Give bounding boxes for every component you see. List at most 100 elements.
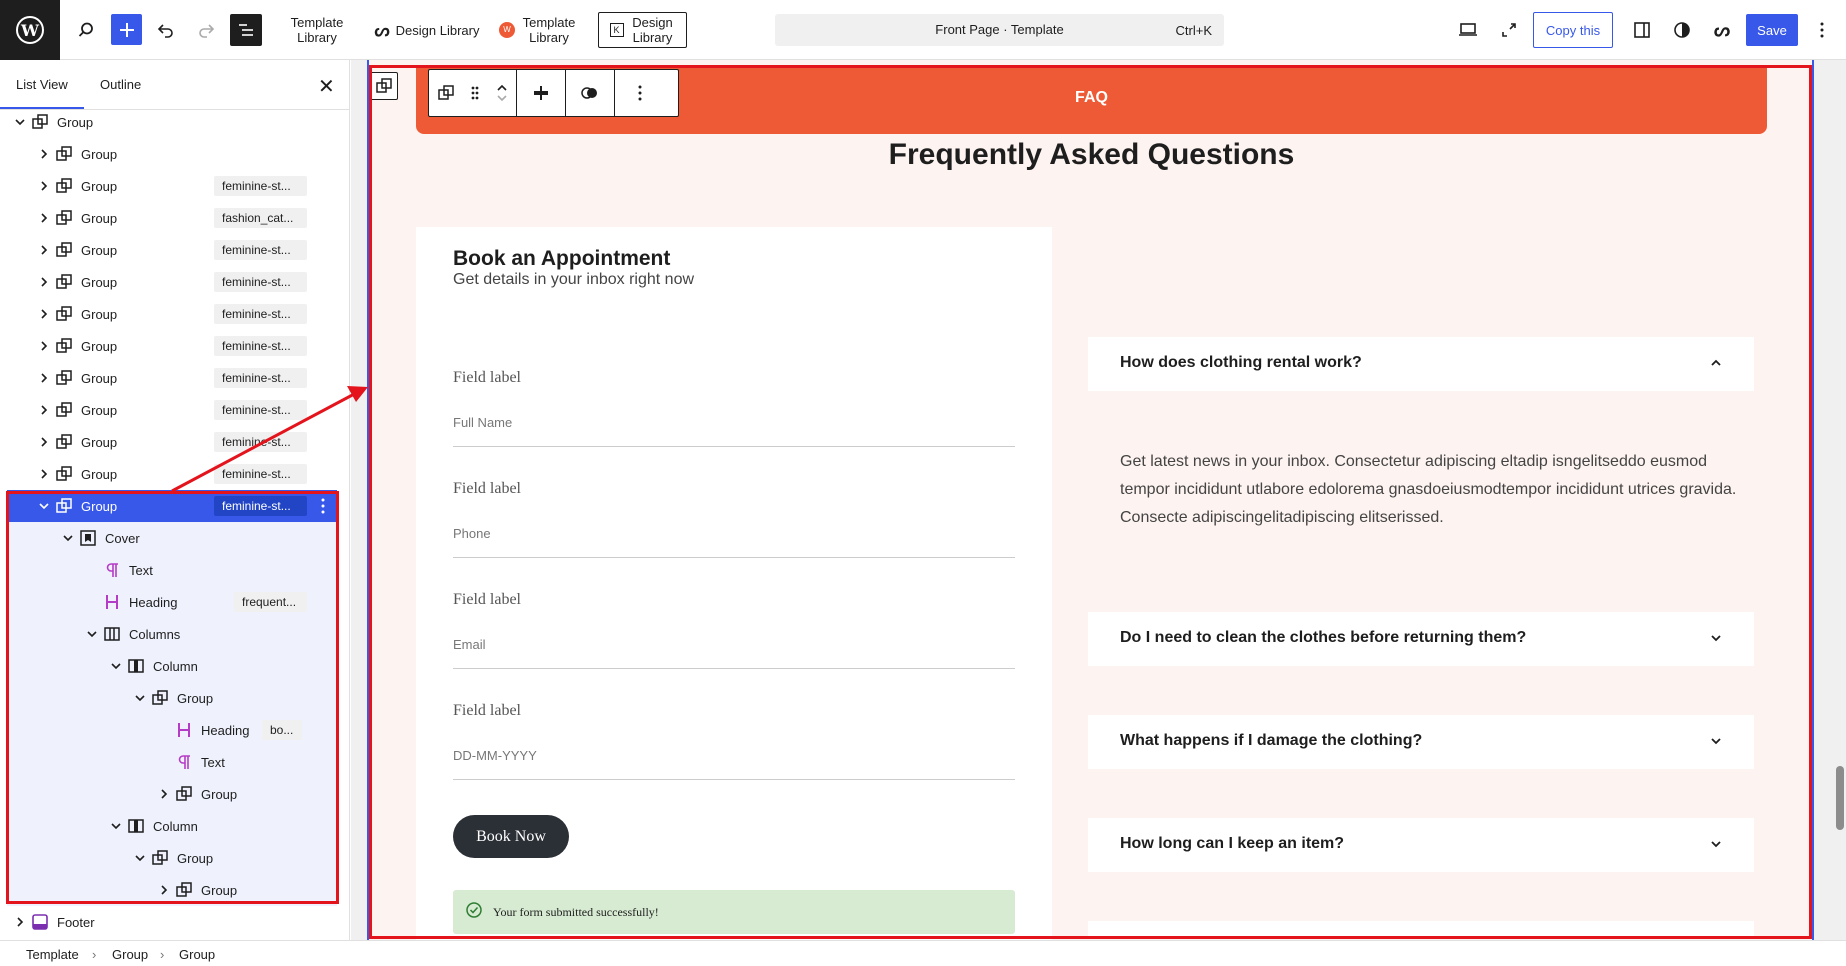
stackable-button[interactable]: ᔕ <box>1710 0 1734 60</box>
list-item[interactable]: Group feminine-st... <box>7 394 337 426</box>
chevron-right-icon[interactable] <box>37 243 51 257</box>
faq-item-3[interactable]: What happens if I damage the clothing? <box>1088 715 1754 769</box>
options-menu-button[interactable] <box>1812 0 1832 60</box>
list-item[interactable]: Group feminine-st... <box>7 426 337 458</box>
list-item[interactable]: Group feminine-st... <box>7 234 337 266</box>
canvas-scrollbar[interactable] <box>1836 766 1844 830</box>
list-item-label: Heading <box>201 723 250 738</box>
view-site-button[interactable] <box>1497 0 1521 60</box>
chevron-down-icon[interactable] <box>61 531 75 545</box>
block-type-button[interactable] <box>429 70 463 116</box>
list-item[interactable]: Group <box>7 874 337 906</box>
list-item[interactable]: Group feminine-st... <box>7 458 337 490</box>
group-block-icon <box>32 114 48 129</box>
document-overview-button[interactable] <box>230 14 262 46</box>
design-library-button-1[interactable]: ᔕ Design Library <box>372 0 482 60</box>
chevron-right-icon[interactable] <box>37 211 51 225</box>
chevron-down-icon[interactable] <box>13 115 27 129</box>
faq-item-2[interactable]: Do I need to clean the clothes before re… <box>1088 612 1754 666</box>
tab-list-view[interactable]: List View <box>0 77 84 109</box>
list-item[interactable]: Group <box>7 138 337 170</box>
list-item[interactable]: Columns <box>7 618 337 650</box>
list-item[interactable]: Footer <box>7 906 337 938</box>
list-item[interactable]: Group feminine-st... <box>7 170 337 202</box>
breadcrumb-template[interactable]: Template <box>26 947 79 962</box>
list-item[interactable]: Group feminine-st... <box>7 362 337 394</box>
list-item[interactable]: Text <box>7 554 337 586</box>
list-item[interactable]: Column <box>7 650 337 682</box>
date-input[interactable]: DD-MM-YYYY <box>453 740 1015 780</box>
list-item[interactable]: Cover <box>7 522 337 554</box>
redo-button[interactable] <box>194 0 218 60</box>
chevron-right-icon[interactable] <box>157 787 171 801</box>
list-item[interactable]: Text <box>7 746 337 778</box>
template-library-button-1[interactable]: Template Library <box>286 0 348 60</box>
chevron-right-icon[interactable] <box>37 403 51 417</box>
wordpress-logo-button[interactable]: W <box>0 0 60 60</box>
book-now-button[interactable]: Book Now <box>453 815 569 858</box>
email-input[interactable]: Email <box>453 629 1015 669</box>
save-button[interactable]: Save <box>1746 14 1798 46</box>
preview-device-button[interactable] <box>1456 0 1480 60</box>
chevron-right-icon[interactable] <box>37 147 51 161</box>
chevron-right-icon[interactable] <box>37 371 51 385</box>
row-options-icon[interactable] <box>321 498 325 514</box>
footer-block-icon <box>32 914 48 930</box>
list-item[interactable]: Heading frequent... <box>7 586 337 618</box>
chevron-down-icon[interactable] <box>133 851 147 865</box>
undo-icon <box>157 24 173 38</box>
chevron-right-icon[interactable] <box>37 179 51 193</box>
chevron-down-icon[interactable] <box>109 819 123 833</box>
chevron-right-icon[interactable] <box>37 435 51 449</box>
list-item[interactable]: Column <box>7 810 337 842</box>
list-item[interactable]: Group <box>7 778 337 810</box>
template-library-button-2[interactable]: W Template Library <box>496 0 580 60</box>
list-item[interactable]: Group feminine-st... <box>7 298 337 330</box>
chevron-right-icon[interactable] <box>37 339 51 353</box>
list-item[interactable]: Group feminine-st... <box>7 490 337 522</box>
settings-panel-button[interactable] <box>1630 0 1654 60</box>
search-button[interactable] <box>74 0 98 60</box>
faq-item-1[interactable]: How does clothing rental work? <box>1088 337 1754 391</box>
redo-icon <box>199 24 215 38</box>
chevron-down-icon[interactable] <box>37 499 51 513</box>
list-item[interactable]: Group feminine-st... <box>7 266 337 298</box>
block-options-button[interactable] <box>615 70 664 116</box>
chevron-down-icon[interactable] <box>109 659 123 673</box>
list-item[interactable]: Group <box>7 842 337 874</box>
chevron-right-icon[interactable] <box>37 467 51 481</box>
add-block-button[interactable] <box>111 14 142 45</box>
command-palette-bar[interactable]: Front Page · Template Ctrl+K <box>775 14 1224 46</box>
breadcrumb-group-1[interactable]: Group <box>112 947 148 962</box>
close-sidebar-button[interactable]: ✕ <box>318 74 335 99</box>
styles-button[interactable] <box>1670 0 1694 60</box>
chevron-down-icon[interactable] <box>85 627 99 641</box>
list-item[interactable]: Group feminine-st... <box>7 330 337 362</box>
move-up-down-buttons[interactable] <box>487 70 517 116</box>
faq-item-4[interactable]: How long can I keep an item? <box>1088 818 1754 872</box>
undo-button[interactable] <box>154 0 178 60</box>
design-library-button-2[interactable]: K Design Library <box>598 12 687 48</box>
drag-handle[interactable] <box>463 70 487 116</box>
chevron-right-icon[interactable] <box>13 915 27 929</box>
faq-item-5-partial[interactable] <box>1088 921 1754 937</box>
list-item[interactable]: Group <box>7 682 337 714</box>
form-subheading[interactable]: Get details in your inbox right now <box>453 271 694 289</box>
list-item[interactable]: Group <box>7 106 337 138</box>
page-title[interactable]: Frequently Asked Questions <box>416 138 1767 172</box>
copy-this-button[interactable]: Copy this <box>1533 12 1613 48</box>
chevron-down-icon[interactable] <box>133 691 147 705</box>
list-item[interactable]: Group fashion_cat... <box>7 202 337 234</box>
block-style-button[interactable] <box>566 70 615 116</box>
form-heading[interactable]: Book an Appointment <box>453 247 670 271</box>
list-item[interactable]: Heading bo... <box>7 714 337 746</box>
full-name-input[interactable]: Full Name <box>453 407 1015 447</box>
alignment-button[interactable] <box>517 70 566 116</box>
select-parent-button[interactable] <box>370 72 398 100</box>
chevron-right-icon[interactable] <box>37 275 51 289</box>
phone-input[interactable]: Phone <box>453 518 1015 558</box>
breadcrumb-group-2[interactable]: Group <box>179 947 215 962</box>
chevron-right-icon[interactable] <box>157 883 171 897</box>
tab-outline[interactable]: Outline <box>100 77 141 92</box>
chevron-right-icon[interactable] <box>37 307 51 321</box>
